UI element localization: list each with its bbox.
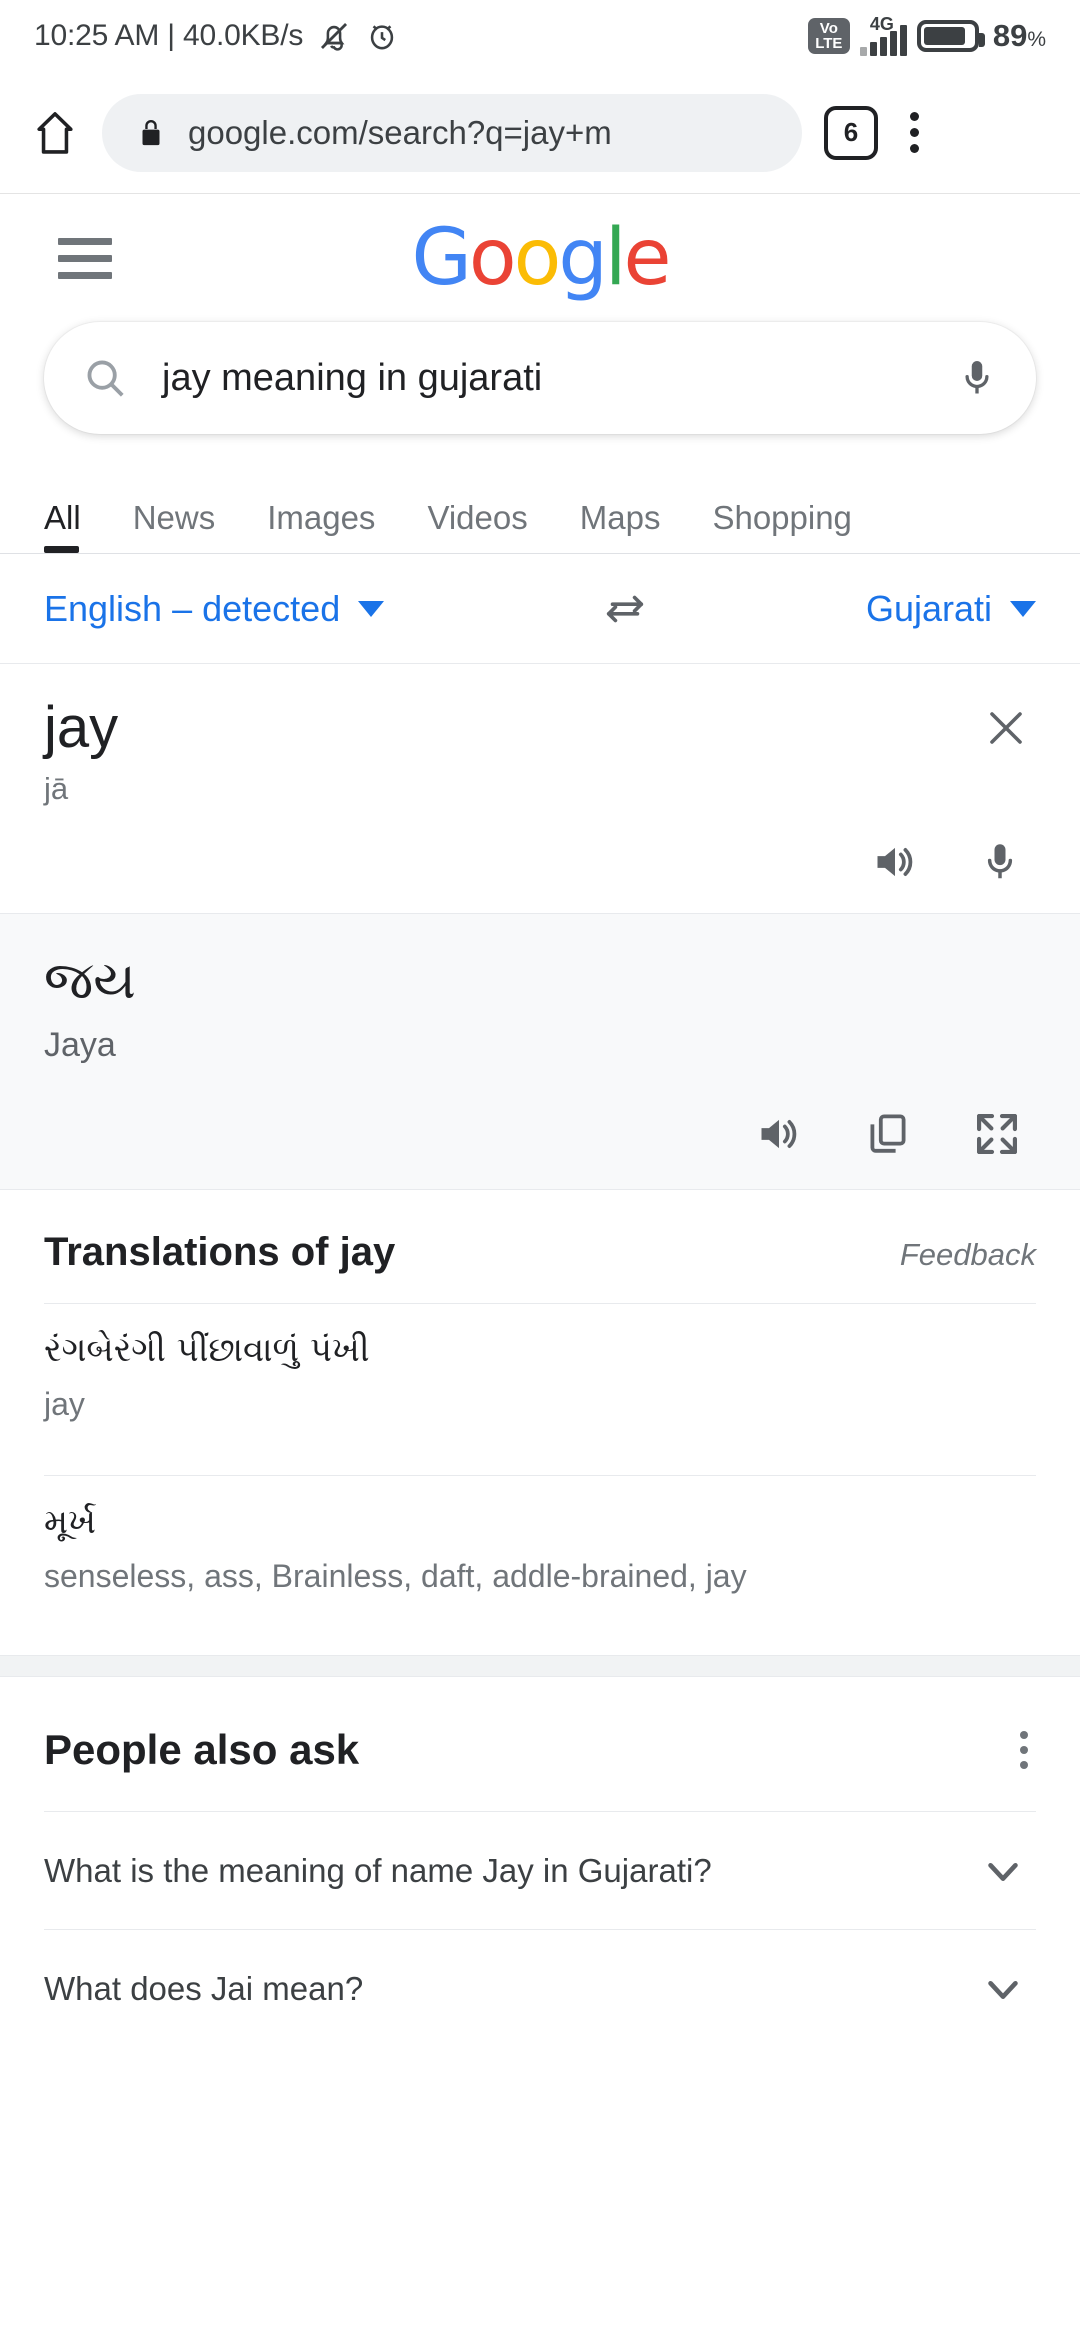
section-divider xyxy=(0,1655,1080,1678)
microphone-icon[interactable] xyxy=(956,355,998,401)
lock-icon xyxy=(136,116,166,150)
feedback-link[interactable]: Feedback xyxy=(900,1237,1036,1273)
copy-icon[interactable] xyxy=(864,1109,912,1159)
translated-word: જય xyxy=(44,950,136,1011)
translation-entry: રંગબેરંગી પીંછાવાળું પંખી jay xyxy=(44,1303,1036,1447)
source-text-block: jay jā xyxy=(44,695,119,807)
speaker-icon[interactable] xyxy=(754,1109,804,1159)
target-language-dropdown[interactable]: Gujarati xyxy=(866,588,1036,630)
swap-arrows-icon[interactable] xyxy=(599,586,651,632)
source-actions xyxy=(44,837,1036,887)
tab-count-button[interactable]: 6 xyxy=(824,105,878,160)
translation-actions xyxy=(44,1109,1036,1159)
people-also-ask-title: People also ask xyxy=(44,1726,360,1774)
fullscreen-expand-icon[interactable] xyxy=(972,1109,1022,1159)
status-clock-and-network: 10:25 AM | 40.0KB/s xyxy=(34,19,304,52)
tab-videos[interactable]: Videos xyxy=(401,499,553,553)
tab-all[interactable]: All xyxy=(44,499,107,553)
translation-entry-english: senseless, ass, Brainless, daft, addle-b… xyxy=(44,1558,747,1595)
volte-icon: Vo LTE xyxy=(807,18,850,54)
tab-shopping[interactable]: Shopping xyxy=(686,499,877,553)
source-transliteration: jā xyxy=(44,770,69,806)
language-selector-bar: English – detected Gujarati xyxy=(0,554,1080,664)
chevron-down-icon[interactable] xyxy=(980,1848,1036,1894)
browser-toolbar: google.com/search?q=jay+m 6 xyxy=(0,72,1080,194)
signal-bars-icon: 4G xyxy=(859,14,907,56)
translation-result-panel: જય Jaya xyxy=(0,912,1080,1191)
alarm-clock-icon xyxy=(365,19,399,53)
status-bar-left: 10:25 AM | 40.0KB/s xyxy=(34,19,399,53)
translations-header: Translations of jay Feedback xyxy=(44,1230,1036,1275)
search-icon xyxy=(82,355,128,401)
bell-muted-icon xyxy=(317,19,351,53)
faq-question-row[interactable]: What is the meaning of name Jay in Gujar… xyxy=(44,1811,1036,1929)
microphone-icon[interactable] xyxy=(978,837,1022,887)
translation-entry: મૂર્ખ senseless, ass, Brainless, daft, a… xyxy=(44,1475,1036,1619)
search-result-tabs: All News Images Videos Maps Shopping xyxy=(0,462,1080,554)
status-bar: 10:25 AM | 40.0KB/s Vo LTE 4G 89% xyxy=(0,0,1080,72)
search-box[interactable]: jay meaning in gujarati xyxy=(44,322,1036,434)
translation-entry-gujarati: મૂર્ખ xyxy=(44,1502,96,1543)
source-text-panel: jay jā xyxy=(0,664,1080,913)
translations-title: Translations of jay xyxy=(44,1230,396,1275)
chevron-down-icon xyxy=(1010,600,1036,617)
translations-section: Translations of jay Feedback રંગબેરંગી પ… xyxy=(0,1190,1080,1619)
url-bar[interactable]: google.com/search?q=jay+m xyxy=(102,93,802,172)
hamburger-menu-icon[interactable] xyxy=(58,237,112,279)
tab-images[interactable]: Images xyxy=(241,499,401,553)
translation-entry-english: jay xyxy=(44,1386,85,1423)
people-also-ask-header: People also ask xyxy=(44,1723,1036,1777)
url-text: google.com/search?q=jay+m xyxy=(188,113,612,151)
battery-icon xyxy=(916,20,985,52)
search-input-value[interactable]: jay meaning in gujarati xyxy=(162,357,922,400)
status-bar-right: Vo LTE 4G 89% xyxy=(807,14,1046,56)
people-also-ask-section: People also ask What is the meaning of n… xyxy=(0,1677,1080,2047)
chevron-down-icon xyxy=(358,600,385,617)
faq-question-text: What does Jai mean? xyxy=(44,1969,364,2007)
google-logo: Google xyxy=(411,213,671,303)
people-also-ask-menu-icon[interactable] xyxy=(1012,1723,1036,1777)
translation-entry-gujarati: રંગબેરંગી પીંછાવાળું પંખી xyxy=(44,1330,370,1371)
source-text-row: jay jā xyxy=(44,695,1036,807)
faq-question-text: What is the meaning of name Jay in Gujar… xyxy=(44,1851,712,1889)
home-icon[interactable] xyxy=(30,108,80,158)
source-word: jay xyxy=(44,695,119,760)
search-area: jay meaning in gujarati xyxy=(0,322,1080,434)
faq-question-row[interactable]: What does Jai mean? xyxy=(44,1929,1036,2047)
tab-maps[interactable]: Maps xyxy=(554,499,687,553)
source-language-label: English – detected xyxy=(44,587,341,629)
network-type-label: 4G xyxy=(869,14,894,34)
chevron-down-icon[interactable] xyxy=(980,1966,1036,2012)
close-icon[interactable] xyxy=(976,698,1036,758)
source-language-dropdown[interactable]: English – detected xyxy=(44,587,385,630)
speaker-icon[interactable] xyxy=(870,837,920,887)
translated-transliteration: Jaya xyxy=(44,1026,116,1065)
battery-percent: 89% xyxy=(992,18,1046,53)
tab-news[interactable]: News xyxy=(107,499,242,553)
browser-menu-icon[interactable] xyxy=(900,112,929,153)
google-header: Google xyxy=(0,194,1080,322)
target-language-label: Gujarati xyxy=(865,587,992,629)
